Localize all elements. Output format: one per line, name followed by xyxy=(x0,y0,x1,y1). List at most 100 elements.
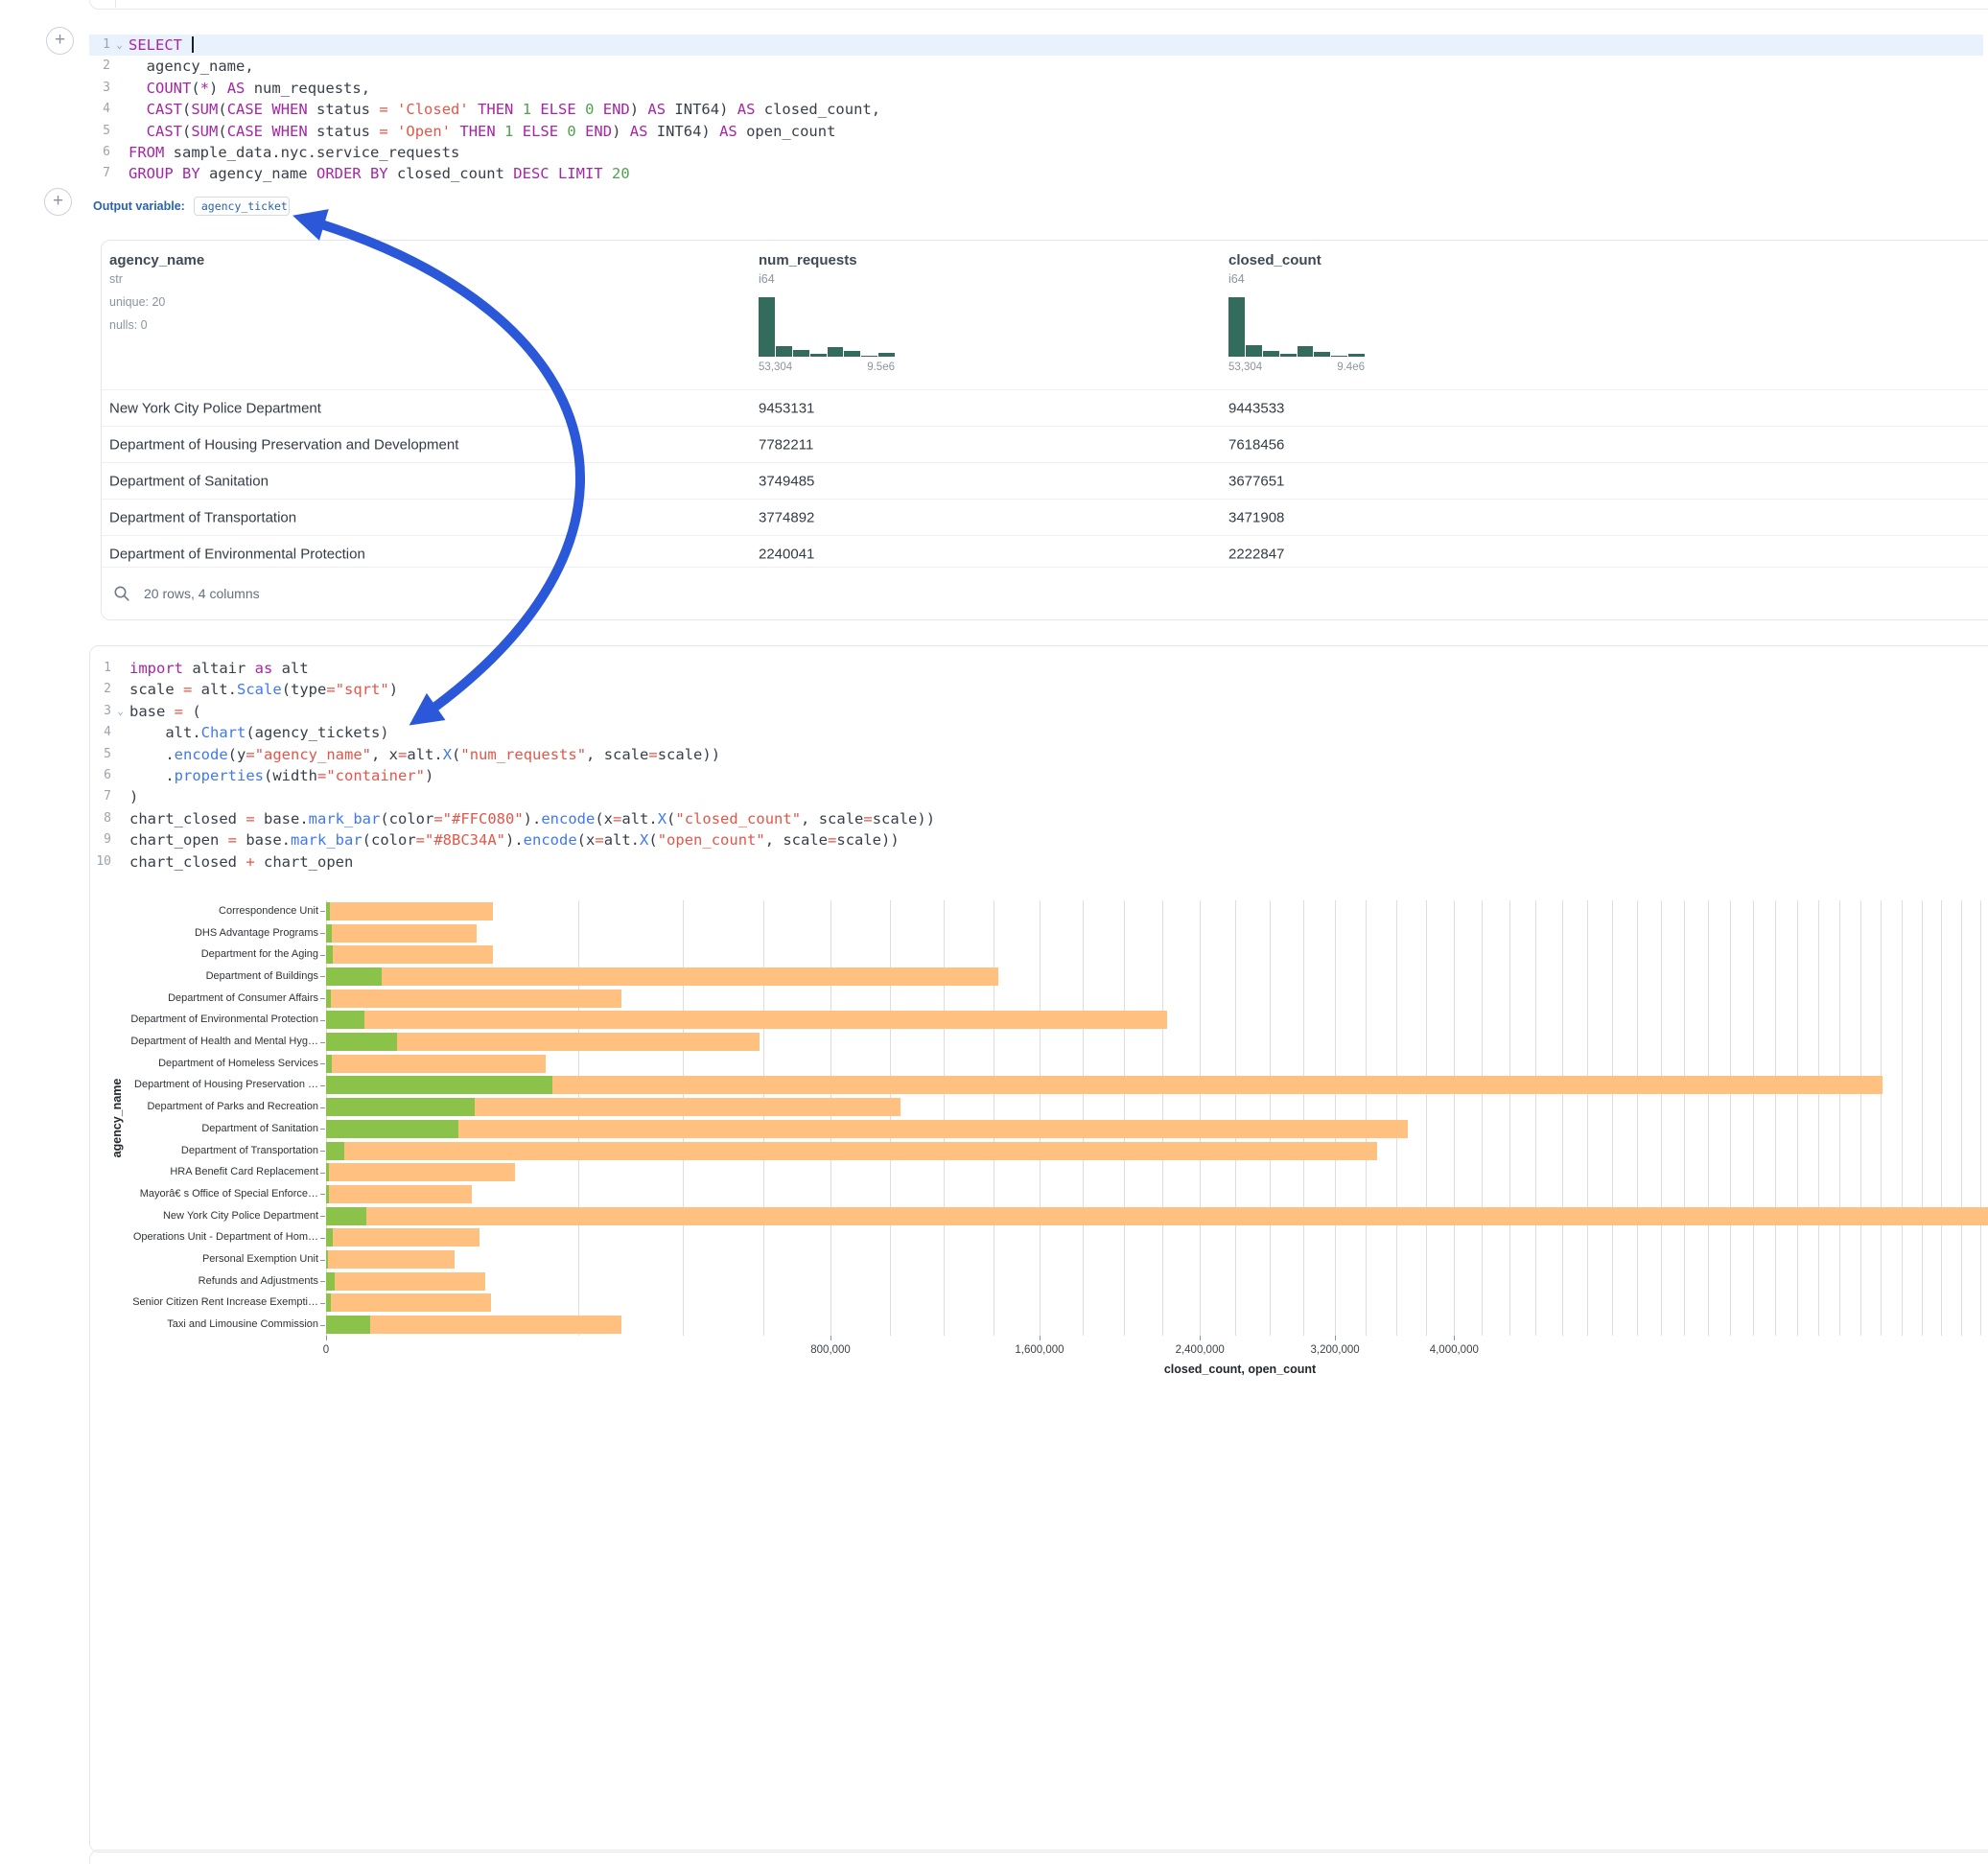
fold-chevron-icon[interactable]: ⌄ xyxy=(110,35,129,56)
output-variable-row: Output variable: agency_tickets xyxy=(93,197,290,216)
column-histogram xyxy=(1228,297,1365,357)
line-number: 3 xyxy=(89,78,110,99)
x-axis-label: 0 xyxy=(323,1344,329,1356)
bar-open_count xyxy=(326,1098,475,1116)
bar-closed_count xyxy=(326,1228,479,1247)
plus-icon: + xyxy=(55,30,65,51)
code-text: SELECT xyxy=(129,35,194,56)
y-axis-label: Correspondence Unit xyxy=(103,905,318,917)
gridline xyxy=(1366,900,1367,1336)
gridline xyxy=(1426,900,1427,1336)
sql-editor[interactable]: 1⌄SELECT 2 agency_name,3 COUNT(*) AS num… xyxy=(89,35,1983,185)
gridline xyxy=(1396,900,1397,1336)
line-number: 6 xyxy=(89,142,110,163)
table-cell: 2240041 xyxy=(759,546,814,562)
table-cell: Department of Environmental Protection xyxy=(109,546,365,562)
table-cell: 3677651 xyxy=(1228,473,1284,489)
y-axis-tick xyxy=(320,1151,325,1152)
gridline xyxy=(1708,900,1709,1336)
table-row[interactable]: New York City Police Department945313194… xyxy=(102,389,1988,426)
column-header-closed_count[interactable]: closed_counti6453,3049.4e6 xyxy=(1228,252,1365,373)
bar-closed_count xyxy=(326,1250,455,1269)
code-line[interactable]: 1⌄SELECT xyxy=(89,35,1983,56)
y-axis-label: Operations Unit - Department of Hom… xyxy=(103,1231,318,1243)
bar-closed_count xyxy=(326,1011,1167,1029)
gridline xyxy=(1083,900,1084,1336)
y-axis-label: Taxi and Limousine Commission xyxy=(103,1318,318,1330)
table-cell: Department of Transportation xyxy=(109,509,296,525)
gridline xyxy=(1902,900,1903,1336)
bar-open_count xyxy=(326,1011,364,1029)
code-line[interactable]: 7GROUP BY agency_name ORDER BY closed_co… xyxy=(89,163,1983,184)
y-axis-tick xyxy=(320,1042,325,1043)
histogram-range-labels: 53,3049.4e6 xyxy=(1228,361,1365,373)
y-axis-label: Department of Homeless Services xyxy=(103,1058,318,1069)
table-row[interactable]: Department of Sanitation37494853677651 xyxy=(102,462,1988,499)
y-axis-label: Department of Parks and Recreation xyxy=(103,1101,318,1112)
next-cell-border xyxy=(89,1850,1988,1864)
bar-closed_count xyxy=(326,1207,1988,1225)
code-text: FROM sample_data.nyc.service_requests xyxy=(129,142,459,163)
bar-open_count xyxy=(326,1293,331,1312)
gridline xyxy=(1941,900,1942,1336)
x-axis-label: 4,000,000 xyxy=(1430,1344,1479,1356)
add-cell-button[interactable]: + xyxy=(44,188,72,216)
code-line[interactable]: 3 COUNT(*) AS num_requests, xyxy=(89,78,1983,99)
table-cell: New York City Police Department xyxy=(109,400,321,416)
x-axis-tick xyxy=(830,1336,831,1340)
bar-open_count xyxy=(326,1207,366,1225)
y-axis-tick xyxy=(320,1281,325,1282)
output-variable-label: Output variable: xyxy=(93,199,185,213)
bar-open_count xyxy=(326,1272,335,1291)
x-axis-tick xyxy=(1040,1336,1041,1340)
y-axis-tick xyxy=(320,911,325,912)
altair-chart: Correspondence UnitDHS Advantage Program… xyxy=(90,646,1988,1852)
gridline xyxy=(1775,900,1776,1336)
column-header-agency_name[interactable]: agency_namestrunique: 20nulls: 0 xyxy=(109,252,204,332)
table-header: agency_namestrunique: 20nulls: 0 num_requ… xyxy=(102,241,1988,389)
bar-closed_count xyxy=(326,1272,485,1291)
code-line[interactable]: 5 CAST(SUM(CASE WHEN status = 'Open' THE… xyxy=(89,121,1983,142)
bar-open_count xyxy=(326,1316,370,1334)
bar-open_count xyxy=(326,902,330,920)
code-text: agency_name, xyxy=(129,56,254,77)
gridline xyxy=(1040,900,1041,1336)
bar-open_count xyxy=(326,1228,333,1247)
code-line[interactable]: 4 CAST(SUM(CASE WHEN status = 'Closed' T… xyxy=(89,99,1983,120)
table-row[interactable]: Department of Housing Preservation and D… xyxy=(102,426,1988,462)
gridline xyxy=(1818,900,1819,1336)
plus-icon: + xyxy=(53,191,63,212)
bar-open_count xyxy=(326,1033,397,1051)
gridline xyxy=(763,900,764,1336)
bar-open_count xyxy=(326,1185,329,1203)
x-axis-tick xyxy=(1454,1336,1455,1340)
code-line[interactable]: 6 FROM sample_data.nyc.service_requests xyxy=(89,142,1983,163)
column-header-num_requests[interactable]: num_requestsi6453,3049.5e6 xyxy=(759,252,895,373)
code-text: CAST(SUM(CASE WHEN status = 'Closed' THE… xyxy=(129,99,880,120)
y-axis-label: Department of Housing Preservation … xyxy=(103,1079,318,1090)
table-cell: 9443533 xyxy=(1228,400,1284,416)
y-axis-tick xyxy=(320,1020,325,1021)
table-row[interactable]: Department of Transportation377489234719… xyxy=(102,499,1988,535)
search-icon[interactable] xyxy=(113,585,130,602)
y-axis-tick xyxy=(320,1194,325,1195)
gridline xyxy=(1961,900,1962,1336)
bar-open_count xyxy=(326,924,332,943)
bar-closed_count xyxy=(326,1185,472,1203)
bar-closed_count xyxy=(326,945,493,964)
code-line[interactable]: 2 agency_name, xyxy=(89,56,1983,77)
add-cell-button[interactable]: + xyxy=(46,27,74,55)
gridline xyxy=(1200,900,1201,1336)
bar-open_count xyxy=(326,990,331,1008)
output-variable-chip[interactable]: agency_tickets xyxy=(194,197,290,216)
y-axis-tick xyxy=(320,1107,325,1108)
column-meta: unique: 20 xyxy=(109,295,204,309)
y-axis-label: Senior Citizen Rent Increase Exempti… xyxy=(103,1296,318,1308)
y-axis-tick xyxy=(320,1260,325,1261)
code-text: CAST(SUM(CASE WHEN status = 'Open' THEN … xyxy=(129,121,835,142)
y-axis-label: Department of Sanitation xyxy=(103,1123,318,1134)
row-count-label: 20 rows, 4 columns xyxy=(144,586,260,601)
bar-closed_count xyxy=(326,1293,491,1312)
histogram-range-labels: 53,3049.5e6 xyxy=(759,361,895,373)
bar-closed_count xyxy=(326,967,998,986)
